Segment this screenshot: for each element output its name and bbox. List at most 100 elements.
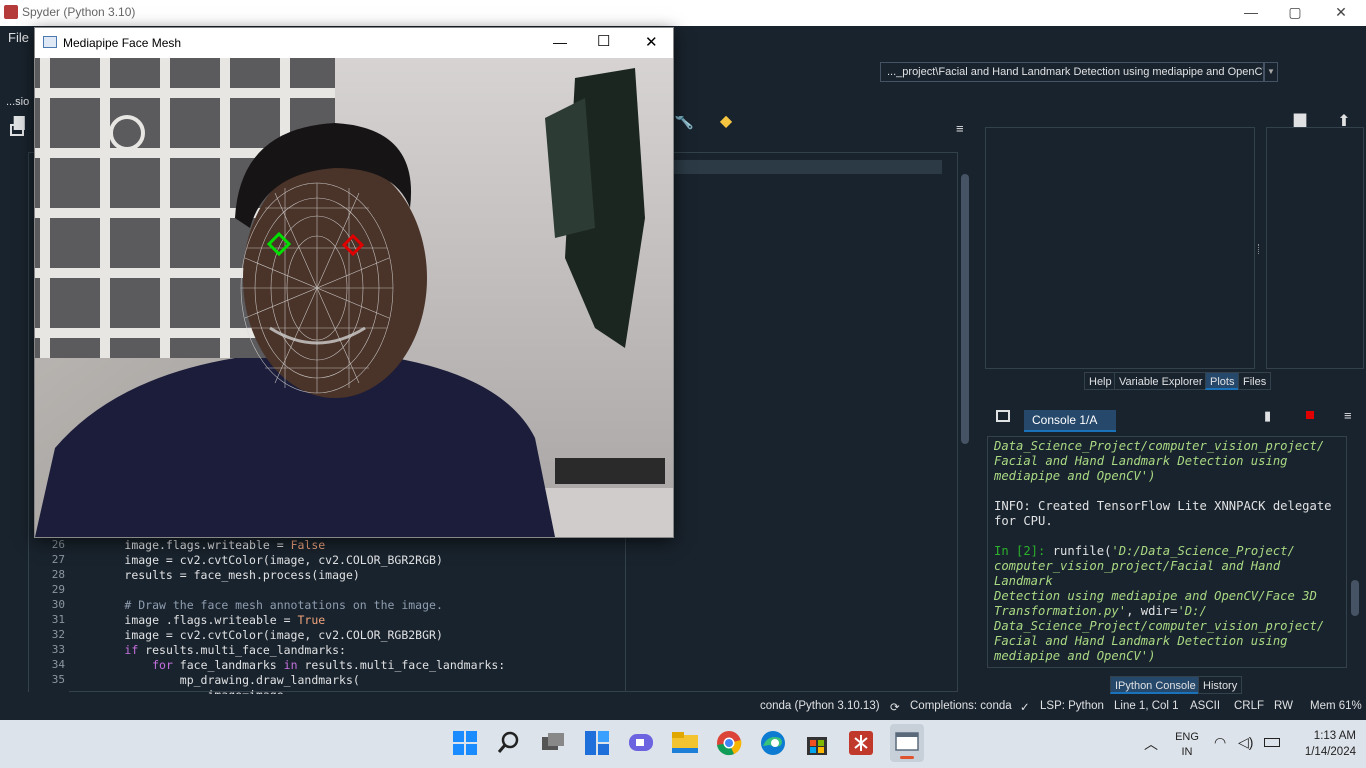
- widgets-icon[interactable]: [582, 728, 612, 758]
- code-token: True: [297, 613, 326, 627]
- chevron-down-icon[interactable]: ▼: [1264, 62, 1278, 82]
- status-lsp: LSP: Python: [1040, 700, 1104, 712]
- wifi-icon[interactable]: ◠: [1214, 734, 1226, 751]
- browse-tabs-icon[interactable]: [10, 124, 24, 136]
- tab-history[interactable]: History: [1198, 676, 1243, 694]
- status-mem: Mem 61%: [1310, 700, 1362, 712]
- code-token: results.multi_face_landmarks:: [297, 658, 506, 672]
- console-scrollbar[interactable]: [1348, 436, 1362, 668]
- stop-icon[interactable]: [1306, 411, 1314, 419]
- maximize-button[interactable]: ▢: [1272, 0, 1318, 26]
- status-position: Line 1, Col 1: [1114, 700, 1179, 712]
- console-line: computer_vision_project/Facial and Hand …: [994, 559, 1281, 588]
- code-token: False: [290, 538, 326, 552]
- chat-icon[interactable]: [626, 728, 656, 758]
- console-line: Data_Science_Project/computer_vision_pro…: [994, 439, 1325, 453]
- search-icon[interactable]: [494, 728, 524, 758]
- code-token: results = face_mesh.process(image): [124, 568, 360, 582]
- mediapipe-title: Mediapipe Face Mesh: [63, 36, 182, 50]
- console-text: 'D:/Data_Science_Project/: [1111, 544, 1295, 558]
- line-number: 27: [51, 553, 65, 566]
- spyder-icon[interactable]: [846, 728, 876, 758]
- plots-thumbnails: [1266, 127, 1364, 369]
- language-indicator[interactable]: ENG IN: [1174, 730, 1200, 760]
- console-line: mediapipe and OpenCV'): [994, 649, 1156, 663]
- editor-tab[interactable]: ...sio: [6, 96, 29, 108]
- chevron-up-icon[interactable]: ︿: [1144, 734, 1158, 754]
- mp-close-button[interactable]: ✕: [645, 33, 658, 51]
- code-line: for face_landmarks in results.multi_face…: [69, 658, 505, 672]
- spyder-logo-icon: [4, 5, 18, 19]
- line-number: 26: [51, 538, 65, 551]
- status-bar: conda (Python 3.10.13) ⟳ Completions: co…: [0, 694, 1366, 720]
- console-line: for CPU.: [994, 514, 1053, 528]
- browse-tabs-icon[interactable]: [996, 410, 1010, 422]
- volume-icon[interactable]: ◁): [1238, 734, 1253, 751]
- editor-tab-label: ...sio: [6, 96, 30, 108]
- editor-scrollbar-thumb[interactable]: [961, 174, 969, 444]
- editor-scrollbar[interactable]: [958, 160, 972, 690]
- code-line: results = face_mesh.process(image): [69, 568, 360, 582]
- tab-help[interactable]: Help: [1084, 372, 1117, 390]
- tab-variable-explorer[interactable]: Variable Explorer: [1114, 372, 1208, 390]
- code-line: image = cv2.cvtColor(image, cv2.COLOR_BG…: [69, 553, 443, 567]
- console-line: Facial and Hand Landmark Detection using: [994, 634, 1288, 648]
- close-button[interactable]: ✕: [1318, 0, 1364, 26]
- mediapipe-titlebar: Mediapipe Face Mesh — ☐ ✕: [35, 28, 673, 58]
- clock-time: 1:13 AM: [1313, 730, 1356, 742]
- console-line: In [2]: runfile('D:/Data_Science_Project…: [994, 544, 1340, 559]
- status-eol: CRLF: [1234, 700, 1265, 712]
- tab-files[interactable]: Files: [1238, 372, 1272, 390]
- mp-maximize-button[interactable]: ☐: [597, 32, 610, 50]
- tab-console[interactable]: Console 1/A ✕: [1024, 410, 1116, 447]
- console-line: Data_Science_Project/computer_vision_pro…: [994, 619, 1325, 633]
- windows-start-icon[interactable]: [450, 728, 480, 758]
- status-rw: RW: [1274, 700, 1293, 712]
- code-token: image = cv2.cvtColor(image, cv2.COLOR_BG…: [124, 553, 443, 567]
- code-token: results.multi_face_landmarks:: [138, 643, 346, 657]
- code-token: for: [152, 658, 173, 672]
- console-text: , wdir=: [1126, 604, 1178, 618]
- chrome-icon[interactable]: [714, 728, 744, 758]
- mp-minimize-button[interactable]: —: [553, 34, 567, 50]
- splitter-handle[interactable]: [1258, 244, 1261, 254]
- trash-icon[interactable]: ▮: [1264, 408, 1276, 423]
- console-text: Transformation.py': [994, 604, 1127, 618]
- line-number: 29: [51, 583, 65, 596]
- options-menu-icon[interactable]: ≡: [1344, 408, 1356, 423]
- options-menu-icon[interactable]: ≡: [956, 122, 968, 136]
- tab-plots[interactable]: Plots: [1205, 372, 1240, 390]
- code-token: mp_drawing.draw_landmarks(: [179, 673, 360, 687]
- code-token: image = cv2.cvtColor(image, cv2.COLOR_RG…: [124, 628, 443, 642]
- app-titlebar: Spyder (Python 3.10) — ▢ ✕: [0, 0, 1366, 26]
- console-line: Facial and Hand Landmark Detection using: [994, 454, 1288, 468]
- console-scrollbar-thumb[interactable]: [1351, 580, 1359, 616]
- console-output[interactable]: Data_Science_Project/computer_vision_pro…: [987, 436, 1347, 668]
- active-window-icon[interactable]: [890, 724, 924, 762]
- code-token: in: [283, 658, 298, 672]
- file-explorer-icon[interactable]: [670, 728, 700, 758]
- working-directory-combo[interactable]: ..._project\Facial and Hand Landmark Det…: [880, 62, 1264, 82]
- camera-frame-image: [35, 58, 673, 537]
- mediapipe-window[interactable]: Mediapipe Face Mesh — ☐ ✕: [34, 27, 674, 538]
- line-number: 30: [51, 598, 65, 611]
- plots-toolbar: ▪ ▪ ❐ ▮ ✕ ← → ••• ≡: [985, 96, 1366, 211]
- line-number: 35: [51, 673, 65, 686]
- minimize-button[interactable]: —: [1228, 0, 1274, 26]
- status-completions: Completions: conda: [910, 700, 1012, 712]
- code-token: if: [124, 643, 139, 657]
- menu-file[interactable]: File: [0, 26, 34, 50]
- lang-line2: IN: [1181, 746, 1193, 758]
- console-line: mediapipe and OpenCV'): [994, 469, 1156, 483]
- task-view-icon[interactable]: [538, 728, 568, 758]
- line-number: 33: [51, 643, 65, 656]
- code-line: image.flags.writeable = False: [69, 538, 325, 552]
- tab-ipython-console[interactable]: IPython Console: [1110, 676, 1201, 694]
- store-icon[interactable]: [802, 728, 832, 758]
- battery-icon[interactable]: [1264, 738, 1280, 747]
- lang-line1: ENG: [1175, 731, 1199, 743]
- line-number: 32: [51, 628, 65, 641]
- edge-icon[interactable]: [758, 728, 788, 758]
- code-line: mp_drawing.draw_landmarks(: [69, 673, 360, 687]
- clock[interactable]: 1:13 AM 1/14/2024: [1290, 728, 1356, 760]
